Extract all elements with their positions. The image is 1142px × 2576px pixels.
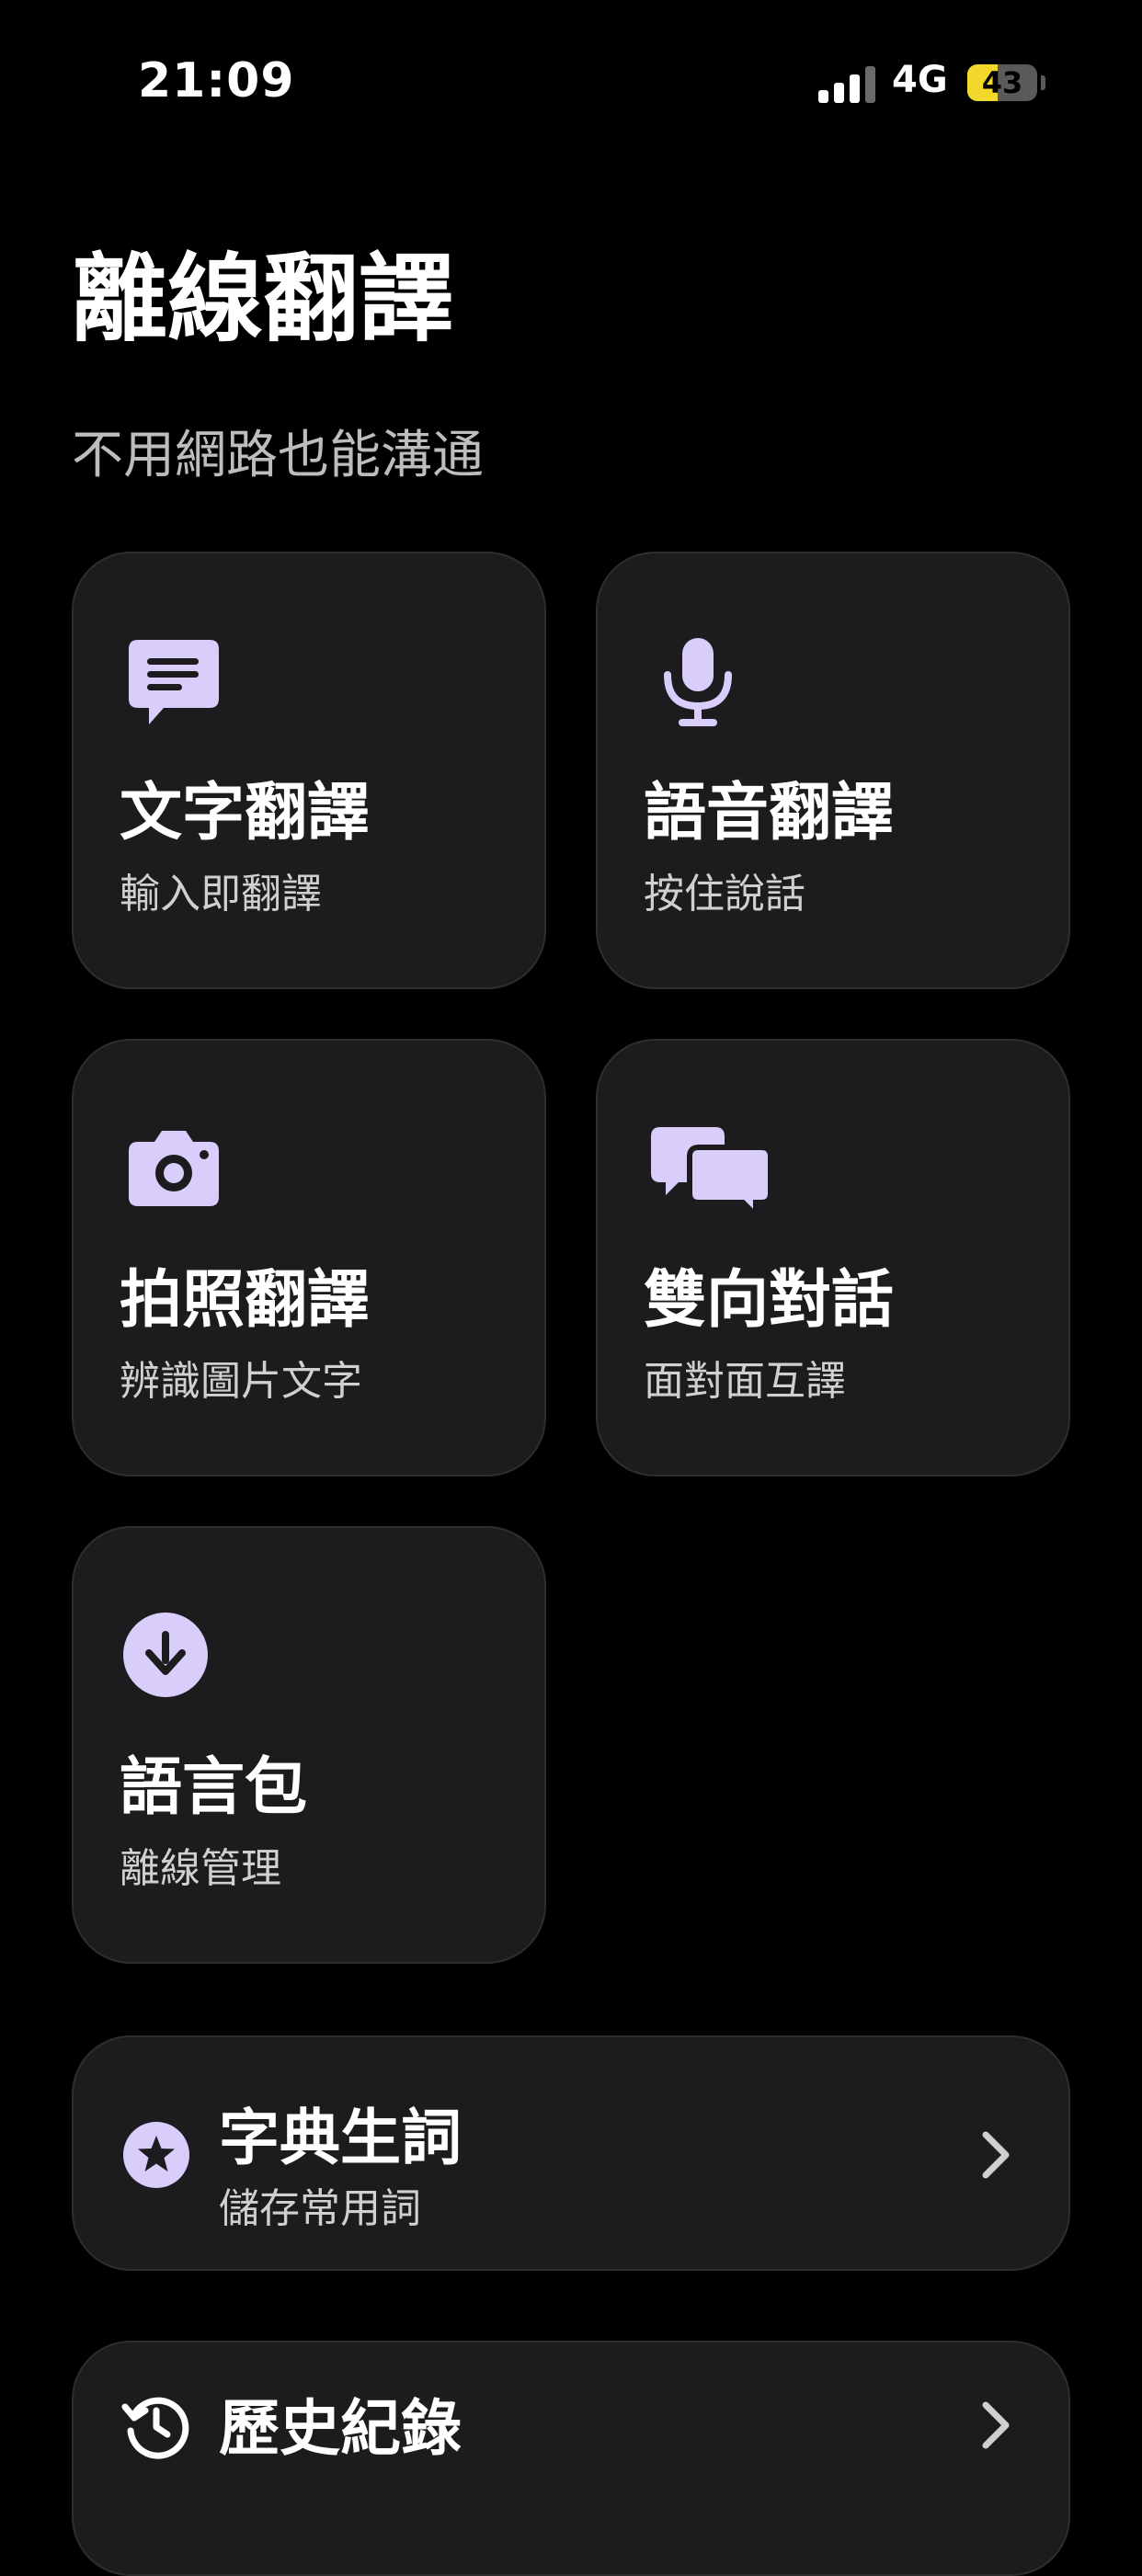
card-title: 文字翻譯 <box>120 777 371 849</box>
card-subtitle: 離線管理 <box>120 1845 281 1892</box>
page-title: 離線翻譯 <box>72 243 455 355</box>
chat-bubble-icon <box>129 640 219 724</box>
card-title: 拍照翻譯 <box>120 1264 371 1337</box>
card-title: 雙向對話 <box>644 1264 895 1337</box>
language-pack-card[interactable]: 語言包 離線管理 <box>72 1526 546 1964</box>
vocabulary-row[interactable]: 字典生詞 儲存常用詞 <box>72 2035 1070 2271</box>
microphone-icon <box>664 638 732 726</box>
text-translation-card[interactable]: 文字翻譯 輸入即翻譯 <box>72 552 546 989</box>
page-subtitle: 不用網路也能溝通 <box>72 426 484 485</box>
conversation-card[interactable]: 雙向對話 面對面互譯 <box>596 1039 1070 1476</box>
camera-icon <box>129 1131 219 1206</box>
status-time: 21:09 <box>138 53 295 108</box>
card-subtitle: 輸入即翻譯 <box>120 871 322 918</box>
status-bar: 21:09 4G 43 <box>0 0 1142 138</box>
card-title: 語音翻譯 <box>644 777 895 849</box>
signal-strength-icon <box>818 64 877 103</box>
network-type: 4G <box>892 59 948 101</box>
card-subtitle: 面對面互譯 <box>644 1358 846 1405</box>
chevron-right-icon <box>982 2401 1010 2449</box>
card-subtitle: 按住說話 <box>644 871 805 918</box>
battery-icon: 43 <box>967 64 1037 101</box>
history-row[interactable]: 歷史紀錄 <box>72 2341 1070 2576</box>
row-title: 字典生詞 <box>219 2103 462 2173</box>
row-title: 歷史紀錄 <box>219 2393 462 2464</box>
battery-cap <box>1041 75 1045 90</box>
row-subtitle: 儲存常用詞 <box>219 2185 421 2232</box>
card-title: 語言包 <box>120 1751 308 1824</box>
photo-translation-card[interactable]: 拍照翻譯 辨識圖片文字 <box>72 1039 546 1476</box>
chevron-right-icon <box>982 2131 1010 2179</box>
battery-percent: 43 <box>981 65 1023 100</box>
card-subtitle: 辨識圖片文字 <box>120 1358 362 1405</box>
history-icon <box>121 2397 189 2459</box>
star-icon <box>123 2122 189 2188</box>
conversation-icon <box>651 1127 773 1221</box>
download-icon <box>123 1613 208 1697</box>
voice-translation-card[interactable]: 語音翻譯 按住說話 <box>596 552 1070 989</box>
